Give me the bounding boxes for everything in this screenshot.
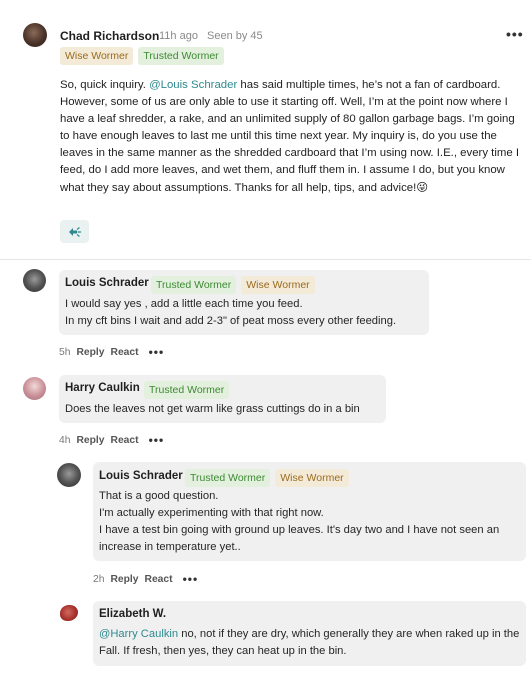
post-seen-count: Seen by 45 [207, 30, 263, 42]
comment-author[interactable]: Louis Schrader [65, 277, 149, 289]
add-reaction-icon [68, 226, 81, 237]
comment-text: @Harry Caulkin no, not if they are dry, … [99, 626, 523, 660]
badge-trusted-wormer: Trusted Wormer [144, 381, 230, 399]
comment-author[interactable]: Elizabeth W. [99, 608, 166, 620]
comment-line: I'm actually experimenting with that rig… [99, 507, 324, 519]
emoji: 😜 [416, 181, 429, 194]
badge-wise-wormer: Wise Wormer [241, 276, 315, 294]
post-body: So, quick inquiry. @Louis Schrader has s… [60, 77, 526, 197]
react-button[interactable]: React [145, 574, 173, 585]
reply-button[interactable]: Reply [76, 435, 104, 446]
avatar[interactable] [23, 269, 46, 292]
comment-author[interactable]: Louis Schrader [99, 470, 183, 482]
reply-button[interactable]: Reply [110, 574, 138, 585]
avatar[interactable] [60, 605, 78, 621]
comment-line: Does the leaves not get warm like grass … [65, 403, 360, 415]
avatar[interactable] [57, 463, 81, 487]
post-meta: 11h ago Seen by 45 [159, 30, 269, 42]
add-reaction-button[interactable] [60, 220, 89, 243]
avatar[interactable] [23, 23, 47, 47]
more-options-icon[interactable]: ••• [506, 27, 524, 41]
badge-wise-wormer: Wise Wormer [60, 47, 134, 65]
comment-actions: 5h Reply React ••• [59, 345, 164, 359]
post-body-text-start: So, quick inquiry. [60, 79, 150, 91]
react-button[interactable]: React [111, 435, 139, 446]
comment-actions: 2h Reply React ••• [93, 572, 198, 586]
react-button[interactable]: React [111, 347, 139, 358]
comment-line: I would say yes , add a little each time… [65, 298, 303, 310]
comment-text: I would say yes , add a little each time… [65, 296, 425, 330]
badge-trusted-wormer: Trusted Wormer [138, 47, 224, 65]
more-options-icon[interactable]: ••• [149, 345, 165, 359]
post-body-text-end: has said multiple times, he’s not a fan … [60, 79, 520, 194]
more-options-icon[interactable]: ••• [149, 433, 165, 447]
reply-button[interactable]: Reply [76, 347, 104, 358]
comment-line: I have a test bin going with ground up l… [99, 524, 500, 553]
comment-badges: Trusted Wormer Wise Wormer [185, 469, 349, 487]
badge-wise-wormer: Wise Wormer [275, 469, 349, 487]
comment-text: That is a good question. I'm actually ex… [99, 488, 521, 556]
comment-badges: Trusted Wormer Wise Wormer [151, 276, 315, 294]
badge-trusted-wormer: Trusted Wormer [151, 276, 237, 294]
mention-link[interactable]: @Harry Caulkin [99, 628, 178, 640]
comment-author[interactable]: Harry Caulkin [65, 382, 140, 394]
comment-line: In my cft bins I wait and add 2-3" of pe… [65, 315, 397, 327]
more-options-icon[interactable]: ••• [183, 572, 199, 586]
comment-time: 4h [59, 434, 71, 446]
post-time: 11h ago [159, 30, 198, 42]
comment-badges: Trusted Wormer [144, 381, 230, 399]
post-badges: Wise Wormer Trusted Wormer [60, 47, 224, 65]
comment-time: 2h [93, 573, 105, 585]
comment-text: Does the leaves not get warm like grass … [65, 401, 385, 418]
divider [0, 259, 531, 260]
comment-time: 5h [59, 346, 71, 358]
comment-actions: 4h Reply React ••• [59, 433, 164, 447]
comment-line: That is a good question. [99, 490, 219, 502]
post-author[interactable]: Chad Richardson [60, 29, 159, 43]
mention-link[interactable]: @Louis Schrader [149, 79, 237, 91]
badge-trusted-wormer: Trusted Wormer [185, 469, 271, 487]
avatar[interactable] [23, 377, 46, 400]
